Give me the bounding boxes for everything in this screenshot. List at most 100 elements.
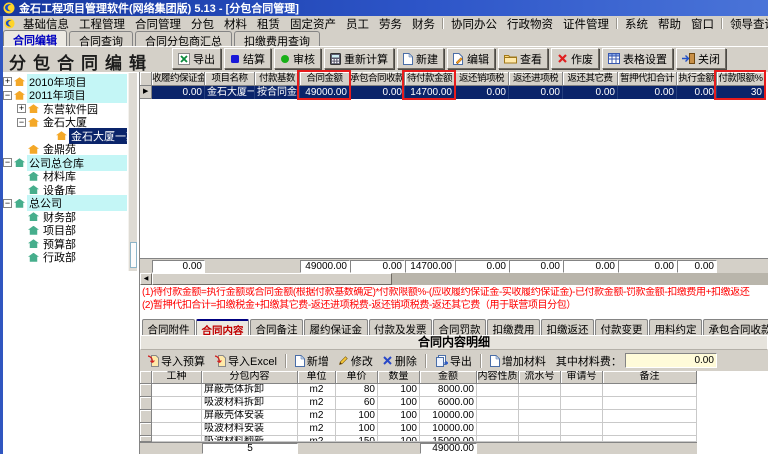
tree-scrollbar[interactable] [128,73,137,271]
summary-cell: 0.00 [152,260,205,273]
column-header[interactable]: 数量 [378,371,420,384]
new-page-icon [295,355,305,367]
menu-item[interactable]: 领导查询 [725,16,768,32]
column-header[interactable]: 流水号 [519,371,561,384]
import-excel-button[interactable]: 导入Excel [211,352,280,370]
column-header[interactable]: 执行金额 [677,72,717,86]
tab-contract-receipts[interactable]: 承包合同收款 [703,319,768,335]
material-fee-input[interactable] [625,353,717,368]
menu-item[interactable]: 财务 [407,16,440,32]
add-material-button[interactable]: 增加材料 [487,352,549,370]
menu-item[interactable]: 固定资产 [285,16,341,32]
scrollbar-track[interactable] [392,273,768,285]
menu-item[interactable]: 劳务 [374,16,407,32]
view-button[interactable]: 查看 [498,48,548,69]
column-header[interactable]: 分包内容 [202,371,298,384]
close-button[interactable]: 关闭 [676,48,726,69]
row-indicator [140,86,152,99]
app-icon [3,2,15,14]
menu-item[interactable]: 分包 [186,16,219,32]
table-settings-button[interactable]: 表格设置 [602,48,673,69]
add-row-button[interactable]: 新增 [292,352,332,370]
detail-row[interactable]: 屏蔽壳体拆卸 m2 80 100 8000.00 [140,384,768,397]
tab-payment-invoice[interactable]: 付款及发票 [369,319,433,335]
column-header[interactable]: 项目名称 [205,72,255,86]
modify-row-button[interactable]: 修改 [335,352,376,370]
tab-contract-attachments[interactable]: 合同附件 [142,319,195,335]
tab-payment-change[interactable]: 付款变更 [595,319,648,335]
collapse-icon[interactable] [3,158,12,167]
column-header-payment-limit[interactable]: 付款限额% [717,72,765,86]
toolbar-separator [285,354,287,368]
tab-contract-edit[interactable]: 合同编辑 [3,30,67,46]
column-header-payable-amount[interactable]: 待付款金额 [405,72,455,86]
column-header[interactable]: 返还销项税 [455,72,509,86]
tab-subcontractor-summary[interactable]: 合同分包商汇总 [135,31,232,46]
edit-button[interactable]: 编辑 [447,48,495,69]
new-button[interactable]: 新建 [397,48,444,69]
column-header[interactable]: 单价 [336,371,378,384]
settle-button[interactable]: 结算 [224,48,271,69]
menu-item[interactable]: 证件管理 [558,16,614,32]
audit-button[interactable]: 审核 [274,48,321,69]
row-indicator [140,384,152,397]
export-detail-button[interactable]: 导出 [432,352,475,370]
tab-contract-penalty[interactable]: 合同罚款 [433,319,486,335]
detail-row[interactable]: 吸波材料拆卸 m2 60 100 6000.00 [140,397,768,410]
column-header[interactable]: 暂押代扣合计 [618,72,677,86]
scroll-left-arrow[interactable] [140,273,152,285]
export-button[interactable]: 导出 [172,48,221,69]
scrollbar-thumb[interactable] [152,273,392,285]
tab-withholding-fees[interactable]: 扣缴费用 [487,319,540,335]
tab-contract-query[interactable]: 合同查询 [69,31,133,46]
collapse-icon[interactable] [3,199,12,208]
column-header[interactable]: 承包合同收款 [350,72,405,86]
tab-contract-remarks[interactable]: 合同备注 [250,319,303,335]
menu-item[interactable]: 窗口 [686,16,719,32]
tab-withholding-query[interactable]: 扣缴费用查询 [234,31,320,46]
menu-item[interactable]: 行政物资 [502,16,558,32]
menu-item[interactable]: 协同办公 [446,16,502,32]
column-header[interactable]: 备注 [603,371,697,384]
menu-item[interactable]: 系统 [620,16,653,32]
summary-cell: 0.00 [350,260,405,273]
menu-bar: 基础信息 工程管理 合同管理 分包 材料 租赁 固定资产 员工 劳务 财务 协同… [0,16,768,31]
recalculate-button[interactable]: 重新计算 [324,48,394,69]
collapse-icon[interactable] [3,91,12,100]
detail-section-title: 合同内容明细 [140,335,768,350]
tab-withholding-return[interactable]: 扣缴返还 [541,319,594,335]
delete-row-button[interactable]: 删除 [379,352,420,370]
menu-item[interactable]: 工程管理 [74,16,130,32]
expand-icon[interactable] [3,77,12,86]
menu-item[interactable]: 材料 [219,16,252,32]
import-budget-button[interactable]: 导入预算 [144,352,208,370]
column-header[interactable]: 收履约保证金 [152,72,205,86]
horizontal-scrollbar[interactable] [140,273,768,285]
detail-total-amount: 49000.00 [420,443,477,454]
contract-row-selected[interactable]: 0.00 金石大厦一期 按合同金额 49000.00 0.00 14700.00… [140,86,765,99]
column-header[interactable]: 内容性质 [477,371,519,384]
column-header[interactable]: 单位 [298,371,336,384]
tab-performance-bond[interactable]: 履约保证金 [304,319,368,335]
detail-row[interactable]: 屏蔽壳体安装 m2 100 100 10000.00 [140,410,768,423]
menu-item[interactable]: 员工 [341,16,374,32]
detail-row[interactable]: 吸波材料安装 m2 100 100 10000.00 [140,423,768,436]
column-header[interactable]: 付款基数 [255,72,300,86]
expand-icon[interactable] [17,104,26,113]
column-header[interactable]: 工种 [152,371,202,384]
void-button[interactable]: 作废 [551,48,599,69]
scrollbar-thumb[interactable] [130,242,137,268]
collapse-icon[interactable] [17,118,26,127]
column-header[interactable]: 返还进项税 [509,72,563,86]
column-header-contract-amount[interactable]: 合同金额 [300,72,350,86]
column-header[interactable]: 审请号 [561,371,603,384]
tab-material-agreement[interactable]: 用料约定 [649,319,702,335]
tab-contract-content[interactable]: 合同内容 [196,319,249,335]
column-header[interactable]: 返还其它费 [563,72,618,86]
menu-item[interactable]: 帮助 [653,16,686,32]
tree-item-admin-dept[interactable]: 行政部 [0,251,127,265]
menu-item[interactable]: 租赁 [252,16,285,32]
menu-item[interactable]: 合同管理 [130,16,186,32]
column-header[interactable]: 金额 [420,371,477,384]
title-bar: 金石工程项目管理软件(网络集团版) 5.13 - [分包合同管理] [0,0,768,16]
